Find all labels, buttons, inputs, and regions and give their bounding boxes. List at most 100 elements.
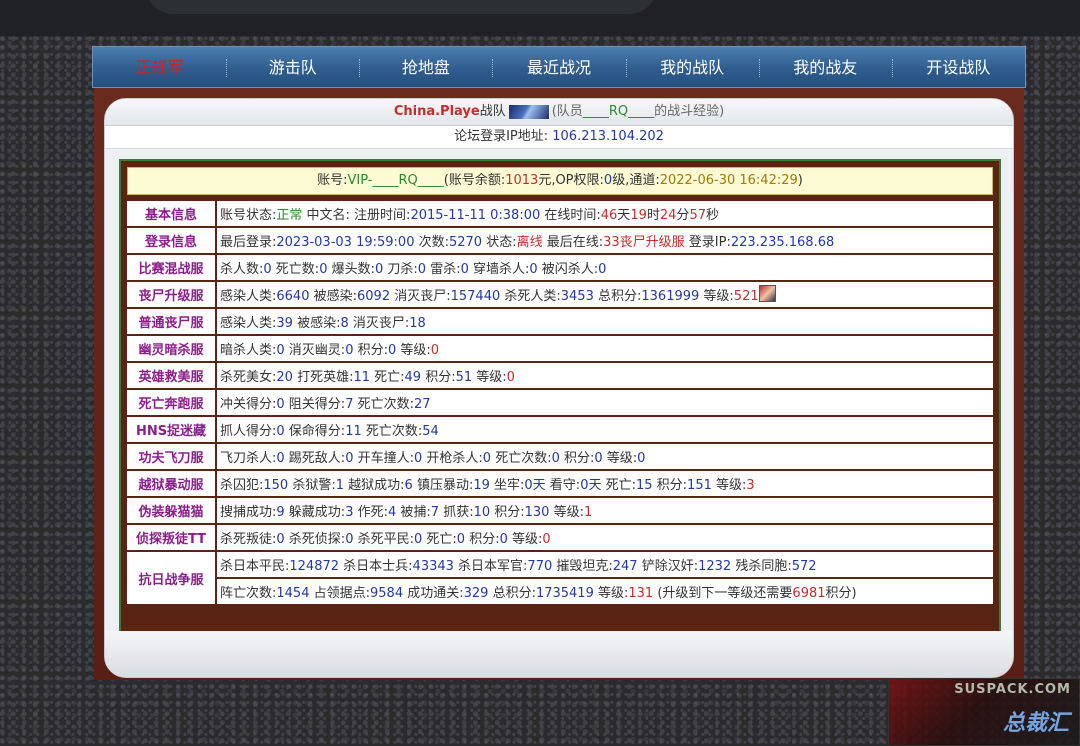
stat-value: 57 [689, 208, 706, 223]
stat-value: 6 [404, 478, 413, 493]
stat-label: 等级: [711, 478, 747, 493]
stats-table: 基本信息 账号状态:正常 中文名: 注册时间:2015-11-11 0:38:00… [125, 199, 995, 606]
stat-label: 铲除汉奸: [637, 559, 699, 574]
nav-item-recent-battles[interactable]: 最近战况 [492, 47, 625, 87]
server-label[interactable]: 幽灵暗杀服 [127, 336, 215, 361]
channel-label: 级,通道: [612, 173, 660, 188]
stat-label: 穿墙杀人: [468, 262, 530, 277]
nav-item-my-team[interactable]: 我的战队 [625, 47, 759, 87]
stat-label: 坐牢: [489, 478, 525, 493]
stat-label: 积分: [421, 370, 456, 385]
server-stats: 杀人数:0 死亡数:0 爆头数:0 刀杀:0 雷杀:0 穿墙杀人:0 被闪杀人:… [217, 255, 993, 280]
stat-value: 0 [551, 451, 560, 466]
nav-item-create-team[interactable]: 开设战队 [891, 47, 1025, 87]
account-summary: 账号:VIP-____RQ____(账号余额:1013元,OP权限:0级,通道:… [127, 167, 993, 195]
stat-label: 感染人类: [220, 316, 277, 331]
stat-label: 死亡次数: [361, 424, 423, 439]
stat-label: 积分: [353, 343, 388, 358]
stat-label: 杀死侦探: [284, 532, 346, 547]
server-stats: 冲关得分:0 阻关得分:7 死亡次数:27 [217, 390, 993, 415]
stat-value: 1 [335, 478, 345, 493]
nav-item-my-comrades[interactable]: 我的战友 [758, 47, 892, 87]
stat-value: 11 [353, 370, 370, 385]
stat-value: 7 [430, 505, 440, 520]
stat-value: 2023-03-03 19:59:00 [276, 235, 415, 250]
team-name[interactable]: China.Playe [394, 104, 480, 119]
server-label[interactable]: 基本信息 [127, 201, 215, 226]
server-label[interactable]: 越狱暴动服 [127, 471, 215, 496]
stat-value: 1 [583, 505, 593, 520]
server-label[interactable]: 功夫飞刀服 [127, 444, 215, 469]
stat-label: 打死英雄: [292, 370, 354, 385]
stat-label: 消灭幽灵: [284, 343, 346, 358]
stat-label: 作死: [353, 505, 388, 520]
server-label[interactable]: 英雄救美服 [127, 363, 215, 388]
watermark-url: SUSPACK.COM [954, 682, 1071, 697]
server-label[interactable]: 抗日战争服 [127, 552, 215, 604]
stat-label: 等级: [549, 505, 584, 520]
stat-value: 46 [600, 208, 618, 223]
nav-item-regular[interactable]: 正规军 [93, 47, 226, 87]
stat-value: 15 [635, 478, 653, 493]
server-label[interactable]: 丧尸升级服 [127, 282, 215, 307]
stat-value: 0天 [580, 478, 602, 493]
stat-label: 被捕: [396, 505, 431, 520]
stat-value: 24 [659, 208, 677, 223]
forum-ip-line: 论坛登录IP地址: 106.213.104.202 [105, 126, 1013, 149]
stat-label: 杀狱警: [288, 478, 336, 493]
stat-label: 积分: [490, 505, 525, 520]
server-label[interactable]: 普通丧尸服 [127, 309, 215, 334]
stat-value: 20 [276, 370, 293, 385]
stat-label: 杀死平民: [353, 532, 414, 547]
stat-value: 0 [276, 532, 285, 547]
nav-item-guerrilla[interactable]: 游击队 [226, 47, 359, 87]
server-label[interactable]: 比赛混战服 [127, 255, 215, 280]
stat-label: 时 [646, 208, 660, 223]
stat-label: 杀死人类: [500, 289, 561, 304]
server-stats: 杀日本平民:124872 杀日本士兵:43343 杀日本军官:770 摧毁坦克:… [217, 552, 993, 577]
stat-value: 39 [276, 316, 293, 331]
balance-value: 1013 [505, 173, 539, 188]
stats-row: HNS捉迷藏 抓人得分:0 保命得分:11 死亡次数:54 [127, 417, 993, 442]
top-bar [0, 0, 1080, 36]
server-stats: 感染人类:39 被感染:8 消灭丧尸:18 [217, 309, 993, 334]
stat-value: 27 [413, 397, 431, 412]
stat-label: 杀死叛徒: [220, 532, 277, 547]
stat-value: 1735419 [535, 586, 594, 601]
stat-label: 开车撞人: [353, 451, 414, 466]
stat-label: 抓人得分: [220, 424, 277, 439]
stats-row: 伪装躲猫猫 搜捕成功:9 躲藏成功:3 作死:4 被捕:7 抓获:10 积分:13… [127, 498, 993, 523]
stat-value: 0 [276, 397, 285, 412]
stat-label: 杀日本士兵: [339, 559, 413, 574]
stats-row: 丧尸升级服 感染人类:6640 被感染:6092 消灭丧尸:157440 杀死人类… [127, 282, 993, 307]
server-stats: 杀死叛徒:0 杀死侦探:0 杀死平民:0 死亡:0 积分:0 等级:0 [217, 525, 993, 550]
stat-label: 杀囚犯: [220, 478, 264, 493]
server-stats: 感染人类:6640 被感染:6092 消灭丧尸:157440 杀死人类:3453… [217, 282, 993, 307]
stats-row: 阵亡次数:1454 占领据点:9584 成功通关:329 总积分:1735419… [127, 579, 993, 604]
stat-value: 572 [791, 559, 817, 574]
nav-item-territory[interactable]: 抢地盘 [359, 47, 492, 87]
server-label[interactable]: 侦探叛徒TT [127, 525, 215, 550]
server-label[interactable]: 登录信息 [127, 228, 215, 253]
member-name[interactable]: ____RQ____ [583, 104, 654, 119]
stat-label: 开枪杀人: [422, 451, 483, 466]
stat-label: 死亡: [370, 370, 405, 385]
stat-label: 死亡: [601, 478, 636, 493]
stat-value: 6981 [792, 586, 826, 601]
stat-label: 杀日本军官: [453, 559, 528, 574]
stat-value: 2015-11-11 0:38:00 [410, 208, 541, 223]
stat-value: 0 [529, 262, 538, 277]
server-label[interactable]: 死亡奔跑服 [127, 390, 215, 415]
stat-value: 0 [263, 262, 272, 277]
card-header: China.Playe战队 (队员____RQ____的战斗经验) [105, 99, 1013, 126]
stat-value: 51 [455, 370, 473, 385]
stat-value: 223.235.168.68 [730, 235, 835, 250]
stat-value: 151 [687, 478, 712, 493]
stat-label: 越狱成功: [344, 478, 405, 493]
player-card: China.Playe战队 (队员____RQ____的战斗经验) 论坛登录IP地… [104, 98, 1014, 678]
server-label[interactable]: 伪装躲猫猫 [127, 498, 215, 523]
stat-label: 死亡: [422, 532, 457, 547]
server-label[interactable]: HNS捉迷藏 [127, 417, 215, 442]
stat-label: 冲关得分: [220, 397, 277, 412]
stat-value: 1454 [276, 586, 310, 601]
